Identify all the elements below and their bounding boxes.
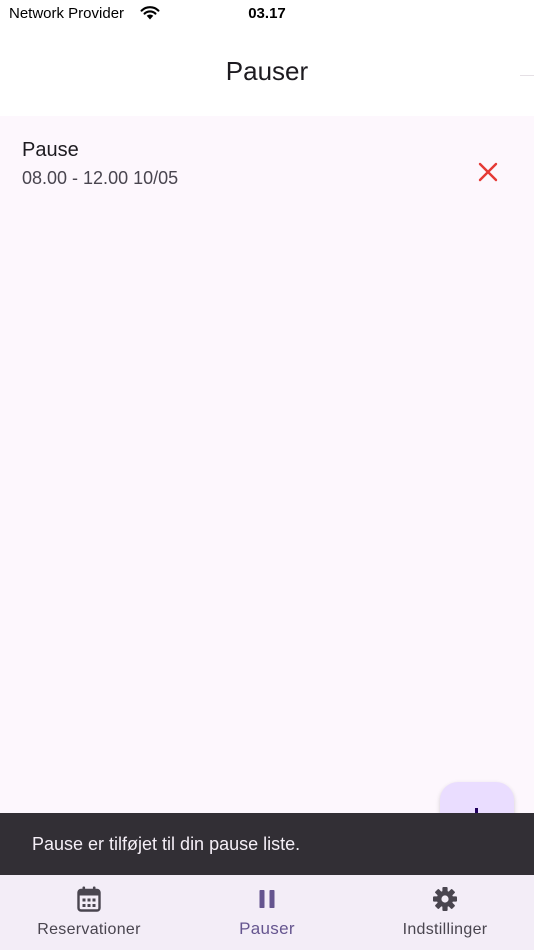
delete-pause-button[interactable] xyxy=(466,150,510,194)
snackbar: Pause er tilføjet til din pause liste. xyxy=(0,813,534,875)
nav-label-reservationer: Reservationer xyxy=(37,921,141,938)
gear-icon xyxy=(433,887,457,911)
nav-label-indstillinger: Indstillinger xyxy=(402,921,488,938)
nav-item-indstillinger[interactable]: Indstillinger xyxy=(356,875,534,950)
page-title: Pauser xyxy=(225,56,309,86)
nav-label-pauser: Pauser xyxy=(239,919,295,938)
nav-item-reservationer[interactable]: Reservationer xyxy=(0,875,178,950)
close-icon xyxy=(478,162,498,182)
pause-title: Pause xyxy=(22,139,79,161)
nav-item-pauser[interactable]: Pauser xyxy=(178,875,356,950)
app-bar: Pauser xyxy=(0,30,534,116)
pause-time-range: 08.00 - 12.00 10/05 xyxy=(22,168,179,188)
pause-icon xyxy=(259,890,275,908)
list-item[interactable]: Pause 08.00 - 12.00 10/05 xyxy=(0,134,534,194)
bottom-navigation: Reservationer Pauser Indstillinger xyxy=(0,875,534,950)
app-bar-divider xyxy=(520,75,534,76)
status-bar: Network Provider 03.17 xyxy=(0,0,534,30)
calendar-icon xyxy=(77,886,101,912)
snackbar-message: Pause er tilføjet til din pause liste. xyxy=(32,834,301,854)
pause-list: Pause 08.00 - 12.00 10/05 xyxy=(0,116,534,813)
status-time: 03.17 xyxy=(248,5,286,22)
